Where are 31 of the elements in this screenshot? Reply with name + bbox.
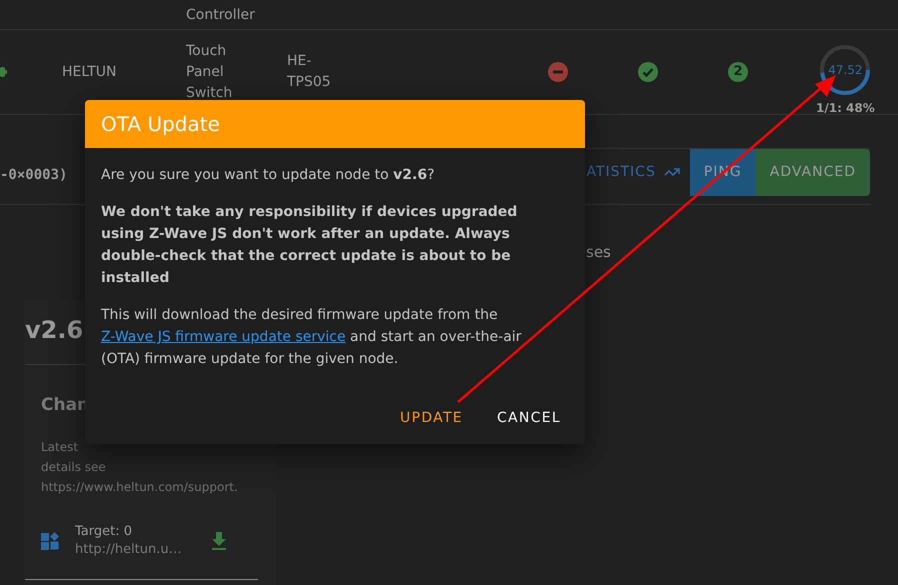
action-button[interactable]: ADVANCED (756, 148, 870, 196)
file-url: http://heltun.u… (75, 540, 182, 558)
changelog-text: details see (41, 458, 106, 476)
product-code-cell-text: HE-TPS05 (287, 52, 332, 92)
apps-icon (41, 532, 59, 550)
chart-trend-icon (664, 166, 680, 178)
node-id-text: -0×0003) (0, 166, 68, 185)
dialog-question: Are you sure you want to update node to v2.6? (101, 166, 436, 185)
dialog-title: OTA Update (101, 111, 220, 138)
dialog-button[interactable]: CANCEL (480, 400, 577, 436)
download-button[interactable] (211, 532, 227, 550)
changelog-text: Latest (41, 438, 78, 456)
security-badge: 2 (728, 62, 748, 82)
check-circle-icon (638, 62, 658, 82)
info-text: This will download the desired firmware update from the Z-Wave JS firmware update service and start an over-the-air (OTA) firmware update for the given node. (101, 306, 522, 369)
version-heading: v2.6 (25, 315, 84, 346)
warning-text: We don't take any responsibility if devices upgraded using Z-Wave JS don't work after an update. Always double-check that the correct update is about to be installed (101, 203, 518, 288)
target-label: Target: 0 (75, 522, 132, 540)
progress-label: 1/1: 48% (816, 100, 875, 116)
firmware-service-link[interactable]: Z-Wave JS firmware update service (101, 329, 346, 345)
plug-icon (0, 65, 7, 79)
progress-value: 47.52 (828, 62, 863, 78)
partial-text: ses (586, 242, 611, 263)
description-cell-text: Touch Panel Switch (186, 42, 234, 102)
dialog-button[interactable]: UPDATE (384, 400, 479, 436)
description-cell-text: Controller (186, 6, 256, 25)
manufacturer-cell: HELTUN (62, 64, 117, 80)
minus-circle-icon (548, 62, 568, 82)
download-icon (211, 532, 227, 550)
changelog-text: https://www.heltun.com/support. (41, 478, 238, 496)
statistics-tab[interactable]: ATISTICS (586, 148, 690, 196)
